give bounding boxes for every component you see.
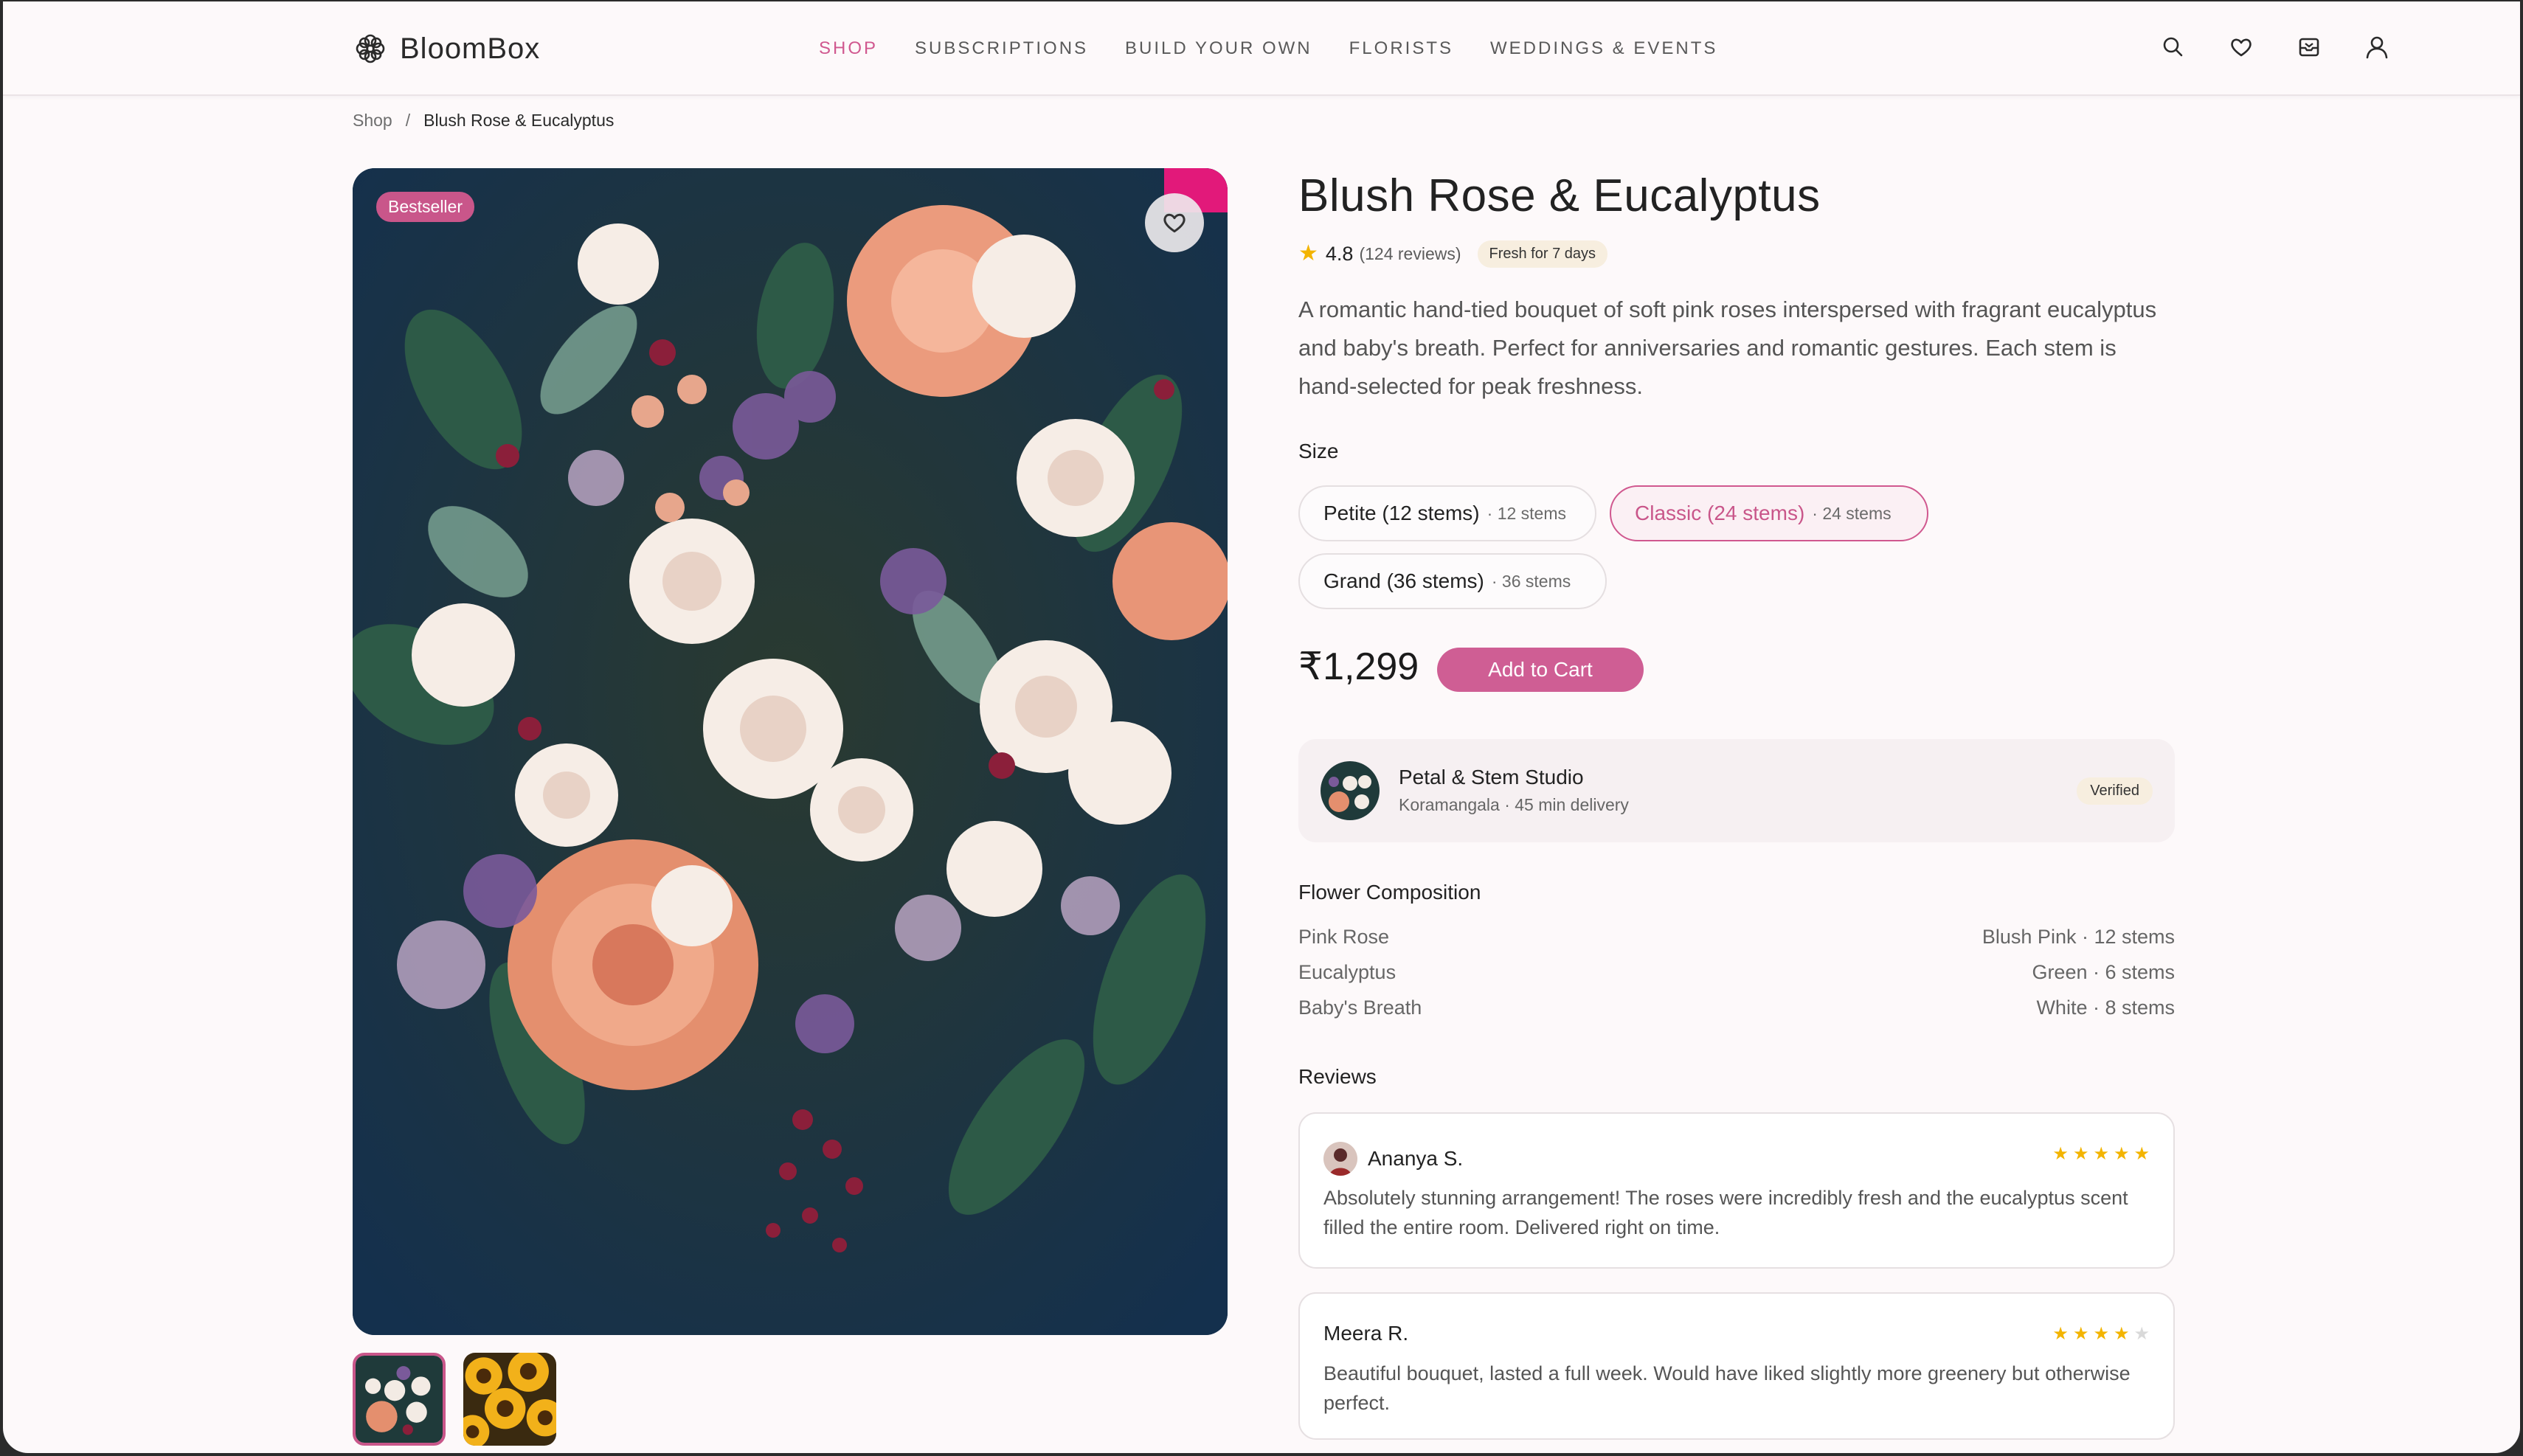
reviewer: Ananya S. — [1323, 1142, 1463, 1176]
thumbnail-bouquet[interactable] — [353, 1353, 446, 1446]
site-header: BloomBox SHOP SUBSCRIPTIONS BUILD YOUR O… — [3, 1, 2520, 96]
nav-weddings-events[interactable]: WEDDINGS & EVENTS — [1490, 35, 1717, 62]
thumbnail-sunflowers[interactable] — [463, 1353, 556, 1446]
composition-row: Eucalyptus Green · 6 stems — [1298, 954, 2175, 990]
breadcrumb-current: Blush Rose & Eucalyptus — [423, 111, 615, 130]
reviews-heading: Reviews — [1298, 1065, 1377, 1088]
vendor-name: Petal & Stem Studio — [1399, 766, 1584, 788]
thumbnail-bouquet-image — [356, 1356, 443, 1443]
size-option-petite[interactable]: Petite (12 stems) · 12 stems — [1298, 485, 1596, 541]
review-text: Beautiful bouquet, lasted a full week. W… — [1323, 1362, 2131, 1414]
breadcrumb: Shop / Blush Rose & Eucalyptus — [353, 111, 614, 131]
rating-value: 4.8 — [1325, 242, 1354, 265]
breadcrumb-shop[interactable]: Shop — [353, 111, 392, 131]
logo[interactable]: BloomBox — [354, 30, 540, 68]
nav-subscriptions[interactable]: SUBSCRIPTIONS — [915, 35, 1088, 62]
vendor-subtitle: Koramangala · 45 min delivery — [1399, 795, 1629, 814]
nav-florists[interactable]: FLORISTS — [1349, 35, 1453, 62]
product-price: ₹1,299 — [1298, 645, 1419, 688]
main-nav: SHOP SUBSCRIPTIONS BUILD YOUR OWN FLORIS… — [819, 35, 1754, 62]
size-stems: · 12 stems — [1487, 503, 1567, 523]
size-option-grand[interactable]: Grand (36 stems) · 36 stems — [1298, 553, 1607, 609]
app-window: BloomBox SHOP SUBSCRIPTIONS BUILD YOUR O… — [3, 1, 2520, 1453]
review-stars: ★★★★★ — [2052, 1324, 2154, 1344]
bestseller-badge: Bestseller — [376, 192, 474, 222]
vendor-avatar — [1321, 761, 1380, 820]
composition-detail: Blush Pink · 12 stems — [1982, 926, 2175, 948]
reviewer-avatar — [1323, 1142, 1357, 1176]
size-stems: · 36 stems — [1491, 571, 1571, 591]
nav-shop[interactable]: SHOP — [819, 35, 878, 62]
product-title: Blush Rose & Eucalyptus — [1298, 170, 1821, 221]
composition-heading: Flower Composition — [1298, 881, 1481, 904]
review-text: Absolutely stunning arrangement! The ros… — [1323, 1187, 2128, 1238]
reviewer: Meera R. — [1323, 1322, 1408, 1345]
inbox-icon[interactable] — [2296, 34, 2322, 60]
reviewer-name: Ananya S. — [1368, 1147, 1464, 1170]
freshness-badge: Fresh for 7 days — [1477, 240, 1608, 268]
reviewer-name: Meera R. — [1323, 1322, 1409, 1345]
composition-detail: Green · 6 stems — [2032, 961, 2175, 983]
search-icon[interactable] — [2160, 34, 2187, 60]
size-option-classic[interactable]: Classic (24 stems) · 24 stems — [1610, 485, 1928, 541]
flower-logo-icon — [356, 34, 385, 63]
composition-flower: Eucalyptus — [1298, 961, 1397, 983]
product-main-image[interactable]: Bestseller — [353, 168, 1228, 1335]
thumbnail-sunflowers-image — [463, 1353, 556, 1446]
composition-row: Baby's Breath White · 8 stems — [1298, 990, 2175, 1025]
header-actions — [2160, 34, 2390, 60]
product-description: A romantic hand-tied bouquet of soft pin… — [1298, 297, 2157, 399]
star-icon: ★ — [1298, 241, 1318, 266]
vendor-card[interactable]: Petal & Stem Studio Koramangala · 45 min… — [1298, 739, 2175, 842]
size-stems: · 24 stems — [1812, 503, 1892, 523]
add-to-cart-button[interactable]: Add to Cart — [1437, 648, 1644, 692]
brand-name: BloomBox — [400, 32, 541, 65]
nav-build-your-own[interactable]: BUILD YOUR OWN — [1125, 35, 1312, 62]
size-name: Petite (12 stems) — [1323, 502, 1480, 524]
user-icon[interactable] — [2364, 34, 2390, 60]
heart-icon — [1163, 213, 1186, 233]
favorite-button[interactable] — [1145, 193, 1204, 252]
flower-composition: Flower Composition Pink Rose Blush Pink … — [1298, 881, 2175, 1025]
heart-icon[interactable] — [2228, 34, 2254, 60]
composition-flower: Baby's Breath — [1298, 996, 1422, 1019]
review-card: Ananya S. ★★★★★ Absolutely stunning arra… — [1298, 1112, 2175, 1269]
reviews-count[interactable]: (124 reviews) — [1359, 244, 1461, 264]
bouquet-photo — [353, 168, 1228, 1335]
product-details: Blush Rose & Eucalyptus ★ 4.8 (124 revie… — [1298, 168, 2175, 1440]
composition-row: Pink Rose Blush Pink · 12 stems — [1298, 919, 2175, 954]
composition-flower: Pink Rose — [1298, 926, 1390, 948]
size-label: Size — [1298, 440, 1339, 462]
review-stars: ★★★★★ — [2052, 1144, 2154, 1164]
size-name: Grand (36 stems) — [1323, 569, 1484, 592]
size-name: Classic (24 stems) — [1635, 502, 1805, 524]
verified-badge: Verified — [2077, 777, 2153, 805]
review-card: Meera R. ★★★★★ Beautiful bouquet, lasted… — [1298, 1292, 2175, 1440]
composition-detail: White · 8 stems — [2036, 996, 2175, 1019]
breadcrumb-separator: / — [405, 111, 411, 130]
rating-row: ★ 4.8 (124 reviews) Fresh for 7 days — [1298, 238, 2175, 270]
